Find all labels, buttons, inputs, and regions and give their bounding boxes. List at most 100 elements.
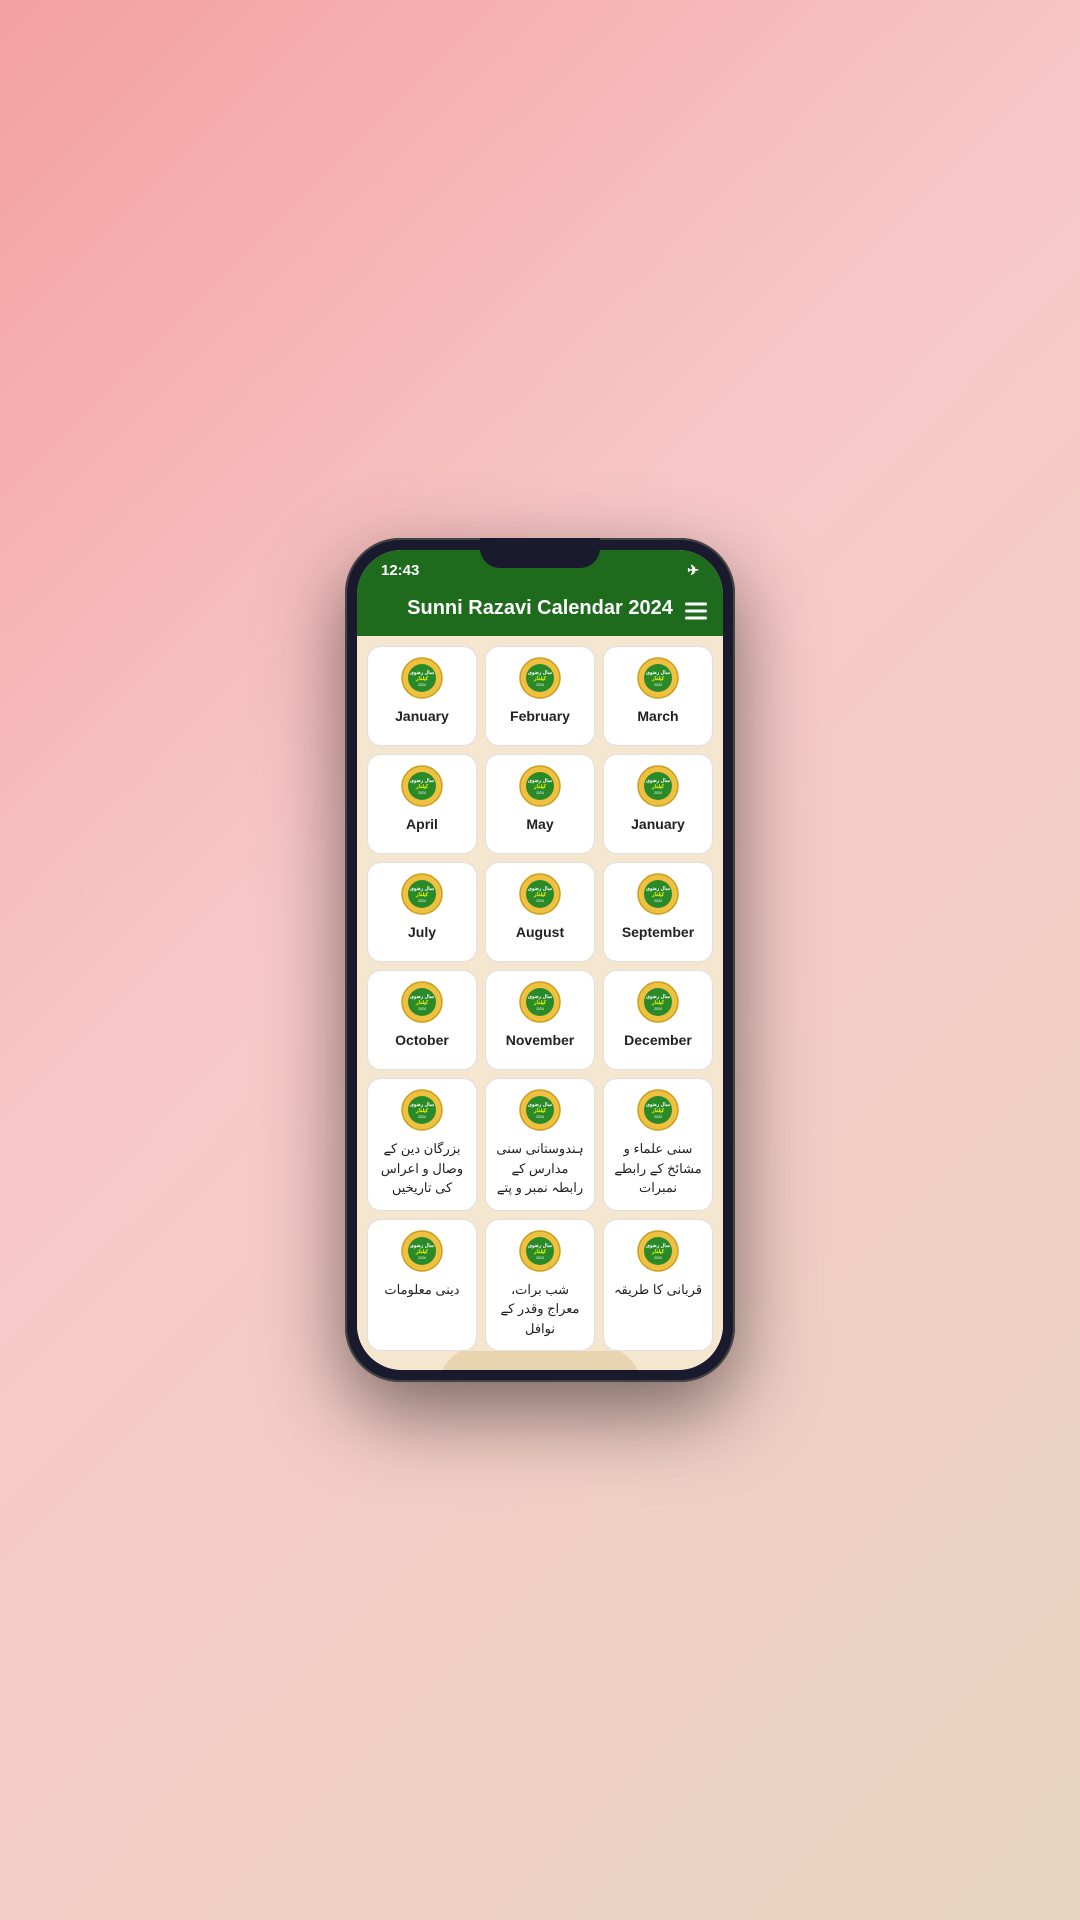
logo-deeni: سال رضوی کیلنڈر 2024	[401, 1230, 443, 1272]
cell-august[interactable]: سال رضوی کیلنڈر 2024 August	[485, 862, 595, 962]
label-january: January	[395, 707, 449, 725]
svg-text:2024: 2024	[418, 1256, 426, 1260]
cell-ulama[interactable]: سال رضوی کیلنڈر 2024 سنی علماء و مشائخ ک…	[603, 1078, 713, 1211]
cell-shab[interactable]: سال رضوی کیلنڈر 2024 شب برات، معراج وقدر…	[485, 1219, 595, 1352]
svg-text:2024: 2024	[536, 683, 544, 687]
svg-text:کیلنڈر: کیلنڈر	[415, 892, 429, 898]
svg-text:کیلنڈر: کیلنڈر	[651, 1108, 665, 1114]
status-time: 12:43	[381, 562, 419, 579]
app-title: Sunni Razavi Calendar 2024	[407, 597, 673, 619]
svg-text:2024: 2024	[654, 791, 662, 795]
svg-text:کیلنڈر: کیلنڈر	[415, 1108, 429, 1114]
label-december: December	[624, 1031, 692, 1049]
cell-july[interactable]: سال رضوی کیلنڈر 2024 July	[367, 862, 477, 962]
svg-text:کیلنڈر: کیلنڈر	[533, 1000, 547, 1006]
svg-text:کیلنڈر: کیلنڈر	[415, 1249, 429, 1255]
label-deeni: دینی معلومات	[384, 1280, 459, 1300]
app-header: Sunni Razavi Calendar 2024	[357, 585, 723, 636]
svg-text:2024: 2024	[654, 899, 662, 903]
cell-april[interactable]: سال رضوی کیلنڈر 2024 April	[367, 754, 477, 854]
label-november: November	[506, 1031, 574, 1049]
svg-text:2024: 2024	[654, 1115, 662, 1119]
logo-july: سال رضوی کیلنڈر 2024	[401, 873, 443, 915]
logo-qurbani: سال رضوی کیلنڈر 2024	[637, 1230, 679, 1272]
months-grid: سال رضوی کیلنڈر 2024 January سال رضوی	[367, 646, 713, 1351]
label-october: October	[395, 1031, 449, 1049]
svg-text:2024: 2024	[536, 1007, 544, 1011]
label-may: May	[526, 815, 553, 833]
label-july: July	[408, 923, 436, 941]
svg-text:کیلنڈر: کیلنڈر	[415, 784, 429, 790]
label-february: February	[510, 707, 570, 725]
svg-text:کیلنڈر: کیلنڈر	[651, 1000, 665, 1006]
svg-text:2024: 2024	[418, 1007, 426, 1011]
svg-text:کیلنڈر: کیلنڈر	[651, 784, 665, 790]
label-august: August	[516, 923, 564, 941]
label-buzurgan: بزرگان دین کے وصال و اعراس کی تاریخیں	[376, 1139, 468, 1198]
airplane-icon: ✈	[687, 562, 699, 579]
label-ulama: سنی علماء و مشائخ کے رابطے نمبرات	[612, 1139, 704, 1198]
svg-text:2024: 2024	[536, 899, 544, 903]
cell-december[interactable]: سال رضوی کیلنڈر 2024 December	[603, 970, 713, 1070]
cell-march[interactable]: سال رضوی کیلنڈر 2024 March	[603, 646, 713, 746]
logo-january: سال رضوی کیلنڈر 2024	[401, 657, 443, 699]
cell-deeni[interactable]: سال رضوی کیلنڈر 2024 دینی معلومات	[367, 1219, 477, 1352]
cell-february[interactable]: سال رضوی کیلنڈر 2024 February	[485, 646, 595, 746]
logo-october: سال رضوی کیلنڈر 2024	[401, 981, 443, 1023]
cell-september[interactable]: سال رضوی کیلنڈر 2024 September	[603, 862, 713, 962]
cell-qurbani[interactable]: سال رضوی کیلنڈر 2024 قربانی کا طریقہ	[603, 1219, 713, 1352]
menu-button[interactable]	[685, 602, 707, 619]
svg-text:کیلنڈر: کیلنڈر	[533, 1108, 547, 1114]
logo-april: سال رضوی کیلنڈر 2024	[401, 765, 443, 807]
status-icons: ✈	[687, 562, 699, 579]
notch	[480, 538, 600, 568]
logo-shab: سال رضوی کیلنڈر 2024	[519, 1230, 561, 1272]
svg-text:کیلنڈر: کیلنڈر	[651, 676, 665, 682]
label-shab: شب برات، معراج وقدر کے نوافل	[494, 1280, 586, 1339]
cell-october[interactable]: سال رضوی کیلنڈر 2024 October	[367, 970, 477, 1070]
svg-text:2024: 2024	[654, 683, 662, 687]
svg-text:کیلنڈر: کیلنڈر	[533, 1249, 547, 1255]
svg-text:2024: 2024	[654, 1256, 662, 1260]
phone-screen: 12:43 ✈ Sunni Razavi Calendar 2024	[357, 550, 723, 1370]
label-hindustan: ہندوستانی سنی مدارس کے رابطہ نمبر و پتے	[494, 1139, 586, 1198]
label-september: September	[622, 923, 694, 941]
cell-hindustan[interactable]: سال رضوی کیلنڈر 2024 ہندوستانی سنی مدارس…	[485, 1078, 595, 1211]
logo-february: سال رضوی کیلنڈر 2024	[519, 657, 561, 699]
svg-text:2024: 2024	[536, 791, 544, 795]
logo-december: سال رضوی کیلنڈر 2024	[637, 981, 679, 1023]
svg-text:2024: 2024	[418, 899, 426, 903]
label-june: January	[631, 815, 685, 833]
bottom-decoration	[367, 1351, 713, 1370]
svg-text:کیلنڈر: کیلنڈر	[651, 892, 665, 898]
svg-text:2024: 2024	[418, 1115, 426, 1119]
logo-november: سال رضوی کیلنڈر 2024	[519, 981, 561, 1023]
svg-text:کیلنڈر: کیلنڈر	[415, 1000, 429, 1006]
svg-text:کیلنڈر: کیلنڈر	[533, 892, 547, 898]
svg-text:کیلنڈر: کیلنڈر	[533, 784, 547, 790]
cell-january[interactable]: سال رضوی کیلنڈر 2024 January	[367, 646, 477, 746]
logo-march: سال رضوی کیلنڈر 2024	[637, 657, 679, 699]
label-qurbani: قربانی کا طریقہ	[614, 1280, 702, 1300]
svg-text:کیلنڈر: کیلنڈر	[415, 676, 429, 682]
logo-may: سال رضوی کیلنڈر 2024	[519, 765, 561, 807]
cell-november[interactable]: سال رضوی کیلنڈر 2024 November	[485, 970, 595, 1070]
logo-august: سال رضوی کیلنڈر 2024	[519, 873, 561, 915]
cell-buzurgan[interactable]: سال رضوی کیلنڈر 2024 بزرگان دین کے وصال …	[367, 1078, 477, 1211]
logo-buzurgan: سال رضوی کیلنڈر 2024	[401, 1089, 443, 1131]
svg-text:2024: 2024	[654, 1007, 662, 1011]
svg-text:2024: 2024	[418, 791, 426, 795]
logo-ulama: سال رضوی کیلنڈر 2024	[637, 1089, 679, 1131]
cell-may[interactable]: سال رضوی کیلنڈر 2024 May	[485, 754, 595, 854]
svg-text:2024: 2024	[418, 683, 426, 687]
logo-hindustan: سال رضوی کیلنڈر 2024	[519, 1089, 561, 1131]
label-march: March	[637, 707, 678, 725]
svg-text:کیلنڈر: کیلنڈر	[533, 676, 547, 682]
svg-text:2024: 2024	[536, 1256, 544, 1260]
svg-text:کیلنڈر: کیلنڈر	[651, 1249, 665, 1255]
logo-september: سال رضوی کیلنڈر 2024	[637, 873, 679, 915]
cell-june[interactable]: سال رضوی کیلنڈر 2024 January	[603, 754, 713, 854]
label-april: April	[406, 815, 438, 833]
logo-june: سال رضوی کیلنڈر 2024	[637, 765, 679, 807]
phone-frame: 12:43 ✈ Sunni Razavi Calendar 2024	[345, 538, 735, 1382]
